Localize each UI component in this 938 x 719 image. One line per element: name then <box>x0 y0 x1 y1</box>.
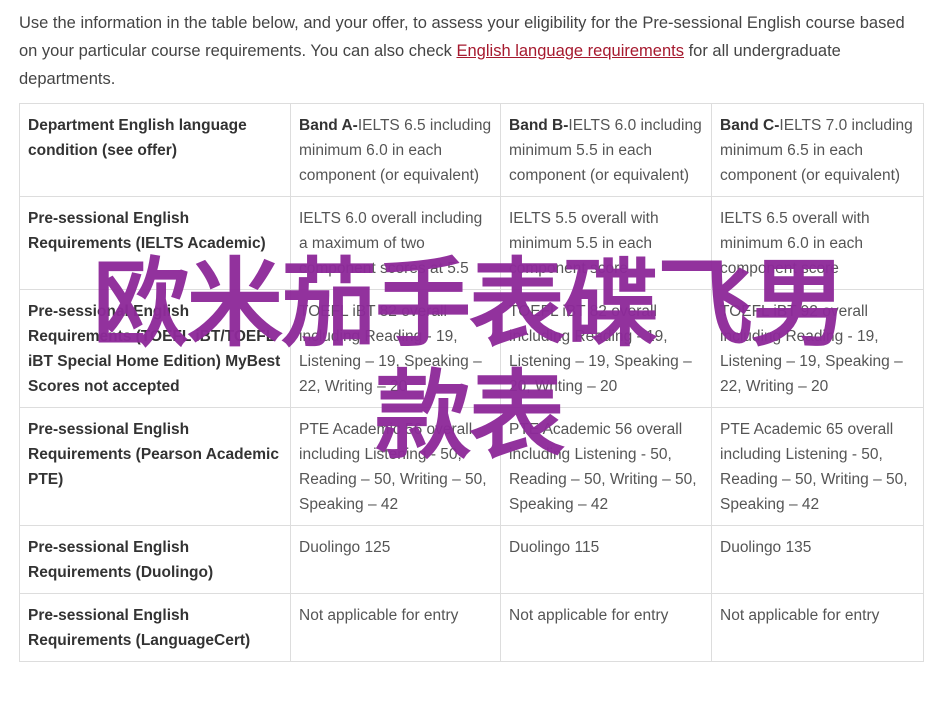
table-header-row: Department English language condition (s… <box>19 103 924 197</box>
table-cell: IELTS 6.0 overall including a maximum of… <box>290 196 501 290</box>
table-cell: Duolingo 125 <box>290 525 501 594</box>
row-label: Pre-sessional English Requirements (Lang… <box>19 593 291 662</box>
table-row: Pre-sessional English Requirements (Duol… <box>19 525 924 594</box>
table-cell: TOEFL iBT 92 overall including Reading -… <box>711 289 924 408</box>
intro-paragraph: Use the information in the table below, … <box>19 9 924 93</box>
table-cell: TOEFL iBT 82 overall including Reading -… <box>290 289 501 408</box>
table-cell: Not applicable for entry <box>711 593 924 662</box>
table-cell: IELTS 6.5 overall with minimum 6.0 in ea… <box>711 196 924 290</box>
band-a-cell: Band A-IELTS 6.5 including minimum 6.0 i… <box>290 103 501 197</box>
row-label: Pre-sessional English Requirements (TOEF… <box>19 289 291 408</box>
table-cell: Not applicable for entry <box>500 593 712 662</box>
row-label: Pre-sessional English Requirements (Pear… <box>19 407 291 526</box>
header-label-cell: Department English language condition (s… <box>19 103 291 197</box>
band-b-name: Band B- <box>509 117 569 134</box>
row-label: Pre-sessional English Requirements (Duol… <box>19 525 291 594</box>
table-cell: PTE Academic 56 overall including Listen… <box>290 407 501 526</box>
table-cell: IELTS 5.5 overall with minimum 5.5 in ea… <box>500 196 712 290</box>
band-c-cell: Band C-IELTS 7.0 including minimum 6.5 i… <box>711 103 924 197</box>
table-row: Pre-sessional English Requirements (Pear… <box>19 407 924 526</box>
table-cell: Duolingo 115 <box>500 525 712 594</box>
table-cell: TOEFL iBT 82 overall including Reading -… <box>500 289 712 408</box>
requirements-table: Department English language condition (s… <box>19 103 924 662</box>
table-cell: PTE Academic 56 overall including Listen… <box>500 407 712 526</box>
band-b-cell: Band B-IELTS 6.0 including minimum 5.5 i… <box>500 103 712 197</box>
row-label: Pre-sessional English Requirements (IELT… <box>19 196 291 290</box>
table-cell: PTE Academic 65 overall including Listen… <box>711 407 924 526</box>
table-cell: Duolingo 135 <box>711 525 924 594</box>
table-row: Pre-sessional English Requirements (IELT… <box>19 196 924 290</box>
english-language-requirements-link[interactable]: English language requirements <box>457 42 684 60</box>
table-cell: Not applicable for entry <box>290 593 501 662</box>
table-row: Pre-sessional English Requirements (TOEF… <box>19 289 924 408</box>
band-c-name: Band C- <box>720 117 780 134</box>
table-row: Pre-sessional English Requirements (Lang… <box>19 593 924 662</box>
band-a-name: Band A- <box>299 117 358 134</box>
